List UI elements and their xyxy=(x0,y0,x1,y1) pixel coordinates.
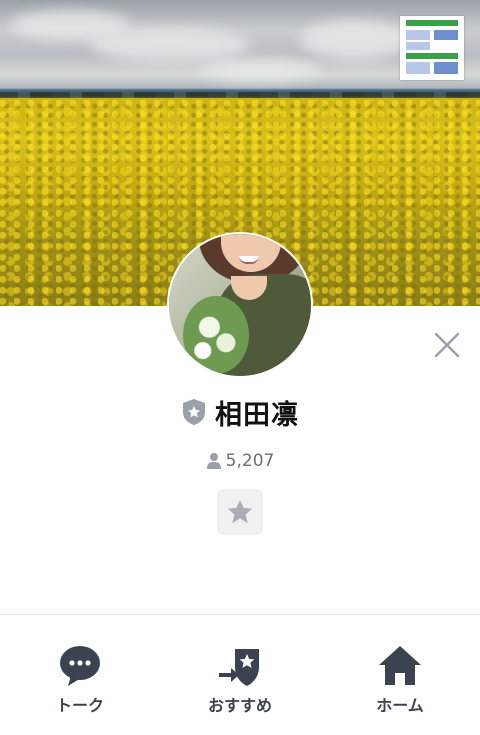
profile-name-row: 相田凛 xyxy=(0,392,480,432)
nav-label-recommend: おすすめ xyxy=(207,696,272,715)
close-button[interactable] xyxy=(432,330,462,360)
close-icon xyxy=(434,332,460,358)
nav-item-home[interactable]: ホーム xyxy=(320,615,480,735)
profile-avatar[interactable] xyxy=(167,232,313,378)
favorite-button[interactable] xyxy=(217,489,263,535)
cover-thumbnail[interactable] xyxy=(400,16,464,80)
friend-count: 5,207 xyxy=(225,451,275,471)
person-icon xyxy=(206,453,221,469)
nav-label-home: ホーム xyxy=(376,696,424,715)
star-icon xyxy=(228,500,252,523)
friend-count-row: 5,207 xyxy=(0,450,480,472)
profile-name: 相田凛 xyxy=(215,399,299,431)
chat-bubble-icon xyxy=(60,646,100,686)
nav-label-talk: トーク xyxy=(55,696,104,715)
recommend-icon xyxy=(219,649,259,686)
nav-item-talk[interactable]: トーク xyxy=(0,615,160,735)
official-badge-icon xyxy=(183,399,205,425)
bottom-nav: トーク おすすめ ホーム xyxy=(0,615,480,735)
home-icon xyxy=(379,646,421,685)
nav-item-recommend[interactable]: おすすめ xyxy=(160,615,320,735)
